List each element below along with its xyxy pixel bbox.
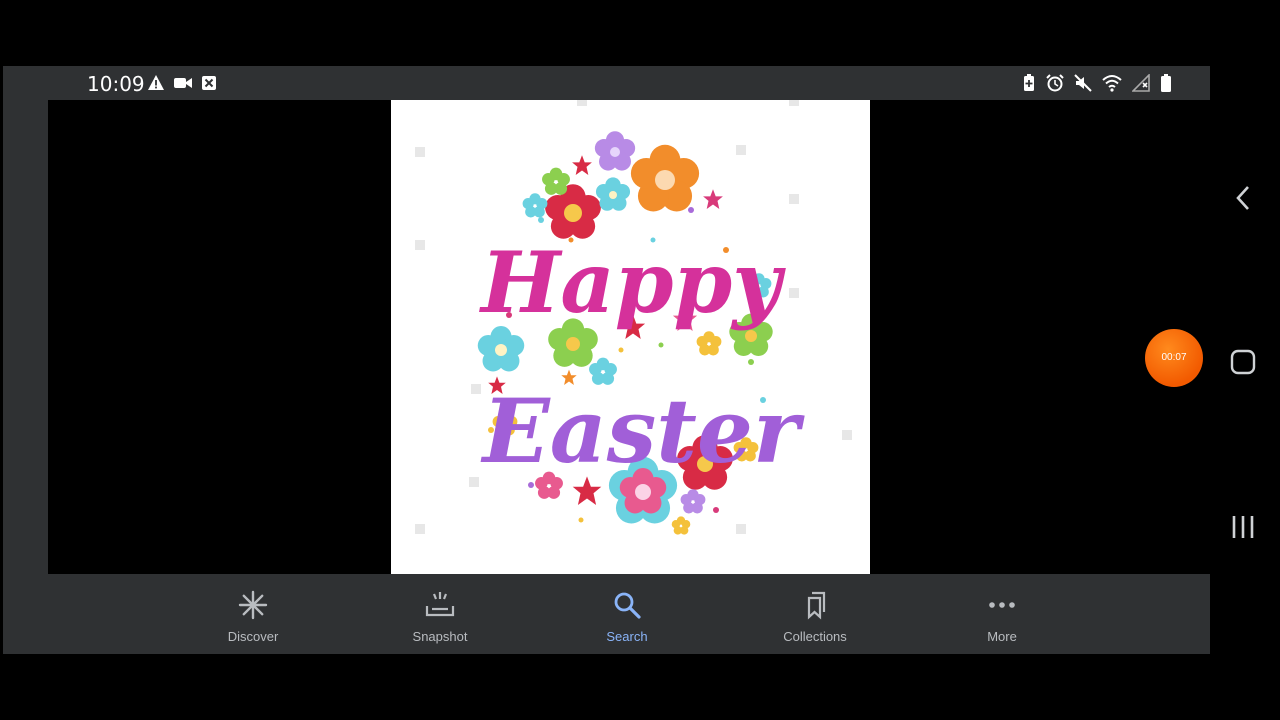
signal-icon [1132,74,1150,92]
recents-icon[interactable] [1231,514,1255,540]
nav-more[interactable]: More [947,590,1057,644]
bottom-navigation: Discover Snapshot Search Collections Mor… [3,574,1210,654]
left-gutter [3,100,48,574]
nav-discover[interactable]: Discover [198,590,308,644]
snapshot-icon [425,592,455,617]
nav-more-label: More [987,629,1017,644]
nav-search-label: Search [606,629,648,644]
home-icon[interactable] [1230,349,1256,375]
alarm-icon [1046,74,1064,92]
close-box-icon [202,76,216,90]
bookmarks-icon [807,591,826,620]
wifi-icon [1102,75,1122,92]
battery-saver-icon [1024,74,1034,91]
system-navigation-bar [1210,66,1280,654]
easter-text: Easter [480,379,805,483]
more-dots-icon [989,602,1015,608]
status-time: 10:09 [87,72,145,96]
easter-egg-artwork: Happy Easter [415,100,852,535]
screen-recorder-badge[interactable]: 00:07 [1145,329,1203,387]
phone-screen: 10:09 Happy Easter Discover Snapshot Sea… [3,66,1210,654]
asterisk-icon [238,590,268,620]
alert-icon [148,75,164,90]
status-bar: 10:09 [3,66,1210,100]
easter-image[interactable]: Happy Easter [391,100,870,574]
search-icon [614,592,641,619]
nav-discover-label: Discover [227,629,279,644]
nav-collections-label: Collections [783,629,847,644]
mute-icon [1074,74,1092,92]
back-icon[interactable] [1234,184,1252,212]
video-camera-icon [174,78,192,88]
nav-collections[interactable]: Collections [760,590,870,644]
battery-icon [1161,74,1171,92]
image-viewer: Happy Easter [48,100,1210,574]
happy-text: Happy [479,233,786,332]
nav-snapshot-label: Snapshot [412,629,468,644]
nav-snapshot[interactable]: Snapshot [385,590,495,644]
nav-search[interactable]: Search [572,590,682,644]
